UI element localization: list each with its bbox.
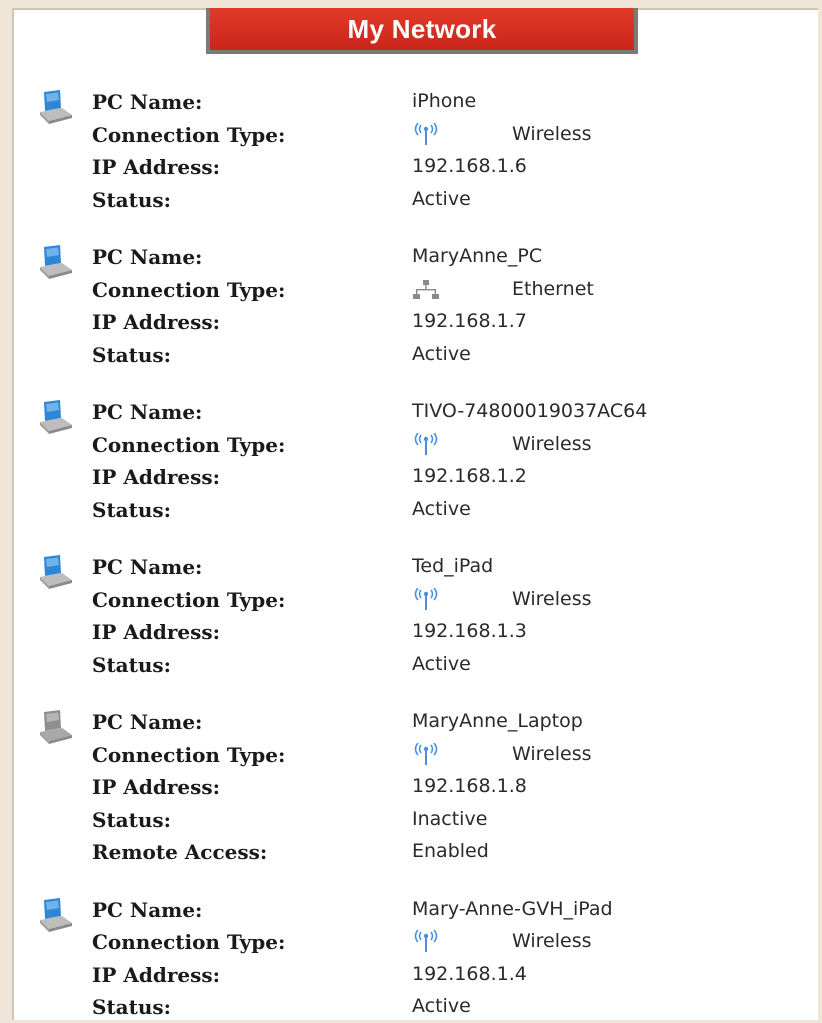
status-label: Status: <box>92 187 172 212</box>
connection-type-row: Connection Type: Wireless <box>92 431 812 461</box>
status-value: Active <box>412 652 471 675</box>
ip-address-value: 192.168.1.2 <box>412 465 527 487</box>
status-label: Status: <box>92 652 172 677</box>
ip-address-value: 192.168.1.4 <box>412 962 527 985</box>
connection-type-label: Connection Type: <box>92 277 286 302</box>
status-value: Active <box>412 342 471 365</box>
status-row: Status: Active <box>92 653 812 681</box>
status-label: Status: <box>92 995 172 1019</box>
connection-type-row: Connection Type: Wireless <box>92 121 812 151</box>
status-value: Active <box>412 187 471 210</box>
pc-name-row: PC Name: Mary-Anne-GVH_iPad <box>92 898 812 926</box>
ip-address-label: IP Address: <box>92 155 221 179</box>
connection-type-row: Connection Type: Ethernet <box>92 278 812 306</box>
wireless-icon <box>412 741 440 767</box>
page-title: My Network <box>347 13 497 44</box>
pc-name-value: MaryAnne_PC <box>412 245 543 267</box>
network-panel: PC Name: iPhone Connection Type: Wireles… <box>12 8 818 1020</box>
computer-icon <box>36 400 74 434</box>
connection-type-row: Connection Type: Wireless <box>92 929 812 958</box>
connection-type-value: Wireless <box>512 587 592 610</box>
ip-address-row: IP Address: 192.168.1.2 <box>92 465 812 493</box>
wireless-icon <box>412 431 440 457</box>
status-row: Status: Active <box>92 498 812 526</box>
status-label: Status: <box>92 342 172 367</box>
connection-type-label: Connection Type: <box>92 930 286 954</box>
wireless-icon <box>412 929 440 954</box>
pc-name-row: PC Name: iPhone <box>92 90 812 118</box>
computer-icon <box>36 897 74 932</box>
pc-name-value: Ted_iPad <box>412 555 494 577</box>
connection-type-row: Connection Type: Wireless <box>92 586 812 616</box>
remote-access-value: Enabled <box>412 840 489 862</box>
status-row: Status: Active <box>92 343 812 371</box>
pc-name-row: PC Name: MaryAnne_PC <box>92 245 812 273</box>
pc-name-value: TIVO-74800019037AC64 <box>412 400 648 422</box>
ip-address-value: 192.168.1.3 <box>412 620 527 642</box>
pc-name-label: PC Name: <box>92 90 203 114</box>
ethernet-icon <box>412 278 440 302</box>
pc-name-row: PC Name: TIVO-74800019037AC64 <box>92 400 812 428</box>
pc-name-label: PC Name: <box>92 897 203 922</box>
ip-address-value: 192.168.1.7 <box>412 310 527 332</box>
pc-name-label: PC Name: <box>92 555 203 579</box>
connection-type-label: Connection Type: <box>92 122 286 147</box>
ip-address-row: IP Address: 192.168.1.4 <box>92 963 812 991</box>
ip-address-label: IP Address: <box>92 465 221 489</box>
status-row: Status: Inactive <box>92 808 812 836</box>
connection-type-value: Ethernet <box>512 277 594 300</box>
connection-type-row: Connection Type: Wireless <box>92 741 812 771</box>
connection-type-label: Connection Type: <box>92 587 286 612</box>
status-row: Status: Active <box>92 188 812 216</box>
remote-access-label: Remote Access: <box>92 840 268 864</box>
title-bar: My Network <box>206 8 638 54</box>
connection-type-value: Wireless <box>512 432 592 455</box>
ip-address-label: IP Address: <box>92 962 221 987</box>
pc-name-row: PC Name: MaryAnne_Laptop <box>92 710 812 738</box>
ip-address-row: IP Address: 192.168.1.6 <box>92 155 812 183</box>
ip-address-row: IP Address: 192.168.1.3 <box>92 620 812 648</box>
wireless-icon <box>412 586 440 612</box>
ip-address-label: IP Address: <box>92 620 221 644</box>
status-label: Status: <box>92 807 172 832</box>
connection-type-value: Wireless <box>512 742 592 765</box>
pc-name-row: PC Name: Ted_iPad <box>92 555 812 583</box>
computer-inactive-icon <box>36 710 74 744</box>
ip-address-label: IP Address: <box>92 310 221 334</box>
connection-type-value: Wireless <box>512 122 592 145</box>
status-row: Status: Active <box>92 995 812 1023</box>
computer-icon <box>36 90 74 124</box>
computer-icon <box>36 245 74 279</box>
remote-access-row: Remote Access: Enabled <box>92 840 812 868</box>
pc-name-label: PC Name: <box>92 710 203 734</box>
connection-type-label: Connection Type: <box>92 432 286 457</box>
wireless-icon <box>412 121 440 147</box>
connection-type-label: Connection Type: <box>92 742 286 767</box>
computer-icon <box>36 555 74 589</box>
status-value: Inactive <box>412 807 488 830</box>
ip-address-label: IP Address: <box>92 775 221 799</box>
pc-name-value: MaryAnne_Laptop <box>412 710 583 732</box>
ip-address-value: 192.168.1.8 <box>412 775 527 797</box>
ip-address-row: IP Address: 192.168.1.7 <box>92 310 812 338</box>
pc-name-label: PC Name: <box>92 245 203 269</box>
status-label: Status: <box>92 497 172 522</box>
status-value: Active <box>412 497 471 520</box>
ip-address-row: IP Address: 192.168.1.8 <box>92 775 812 803</box>
pc-name-value: Mary-Anne-GVH_iPad <box>412 897 613 920</box>
ip-address-value: 192.168.1.6 <box>412 155 527 177</box>
connection-type-value: Wireless <box>512 930 592 952</box>
window-frame: PC Name: iPhone Connection Type: Wireles… <box>0 0 822 1020</box>
pc-name-value: iPhone <box>412 90 477 112</box>
pc-name-label: PC Name: <box>92 400 203 424</box>
status-value: Active <box>412 995 471 1017</box>
